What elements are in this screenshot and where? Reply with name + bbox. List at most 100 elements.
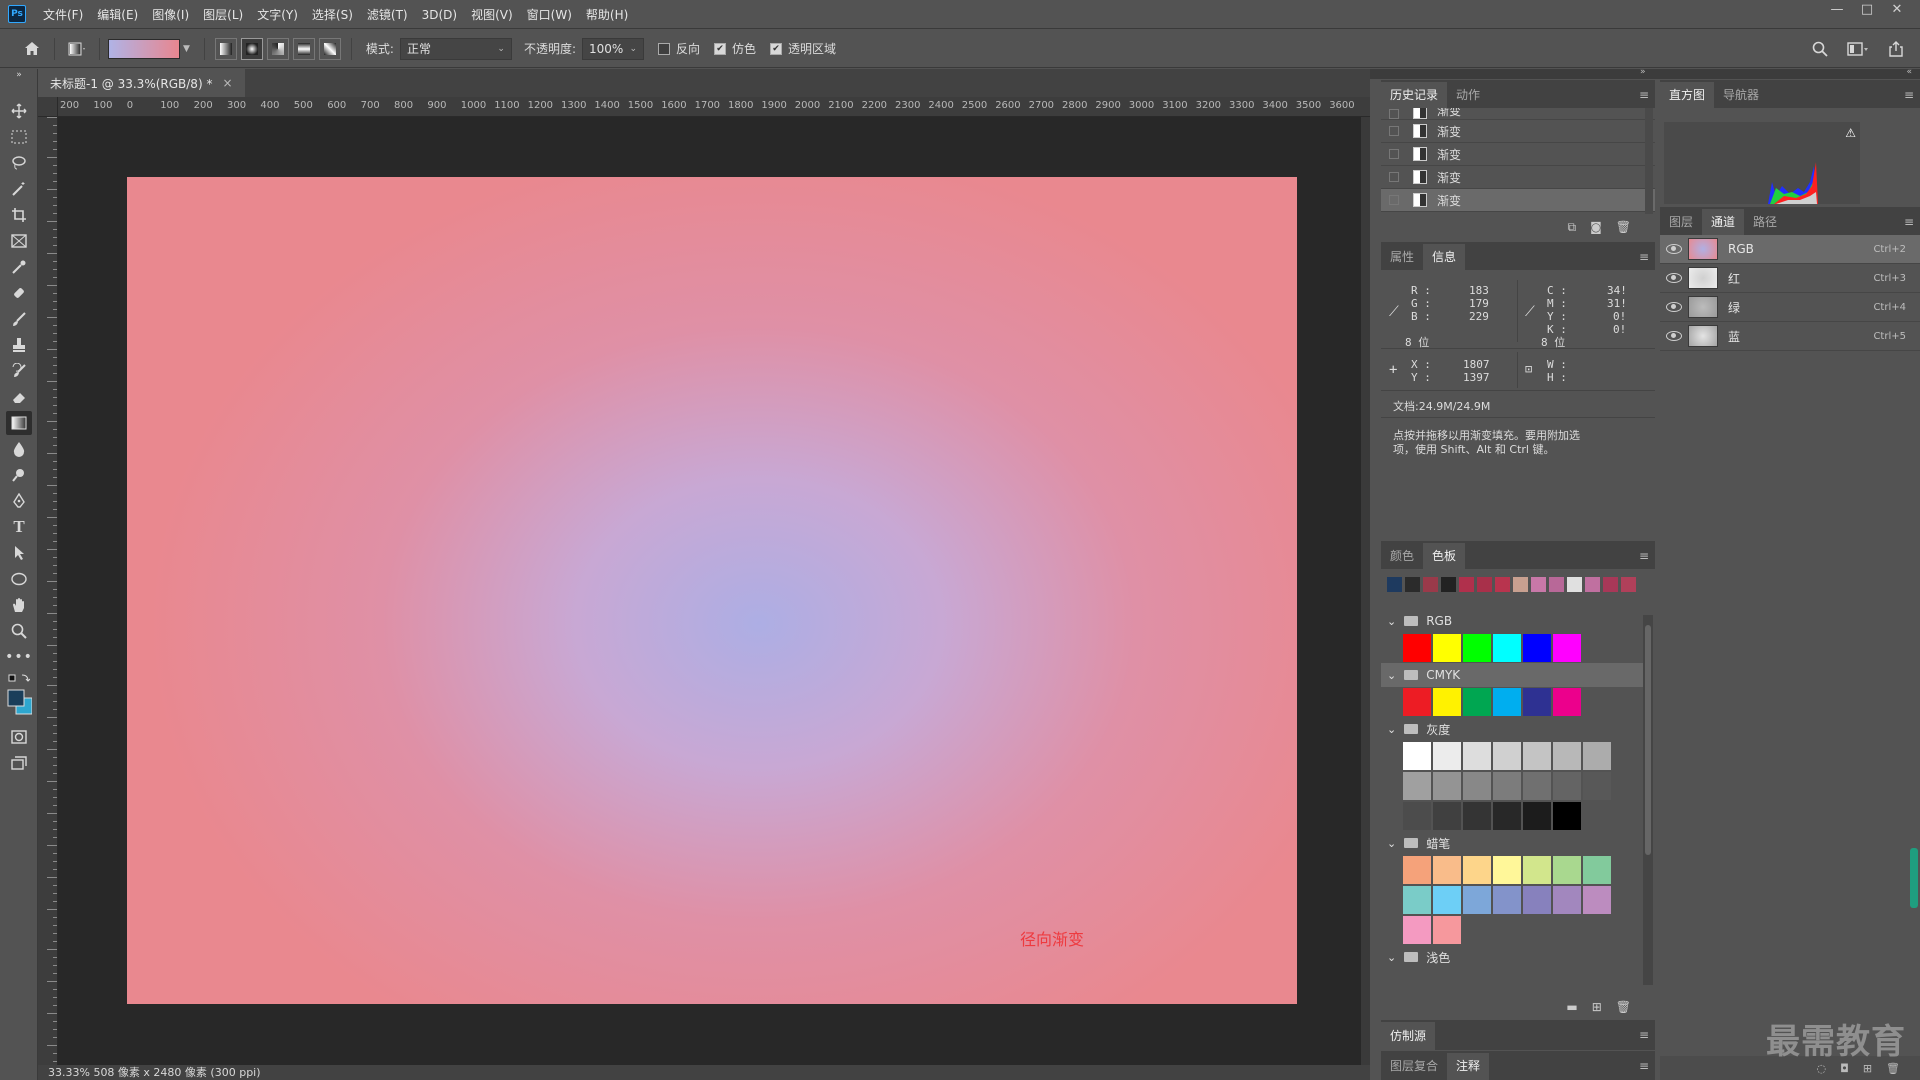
color-swatch[interactable] (1403, 856, 1431, 884)
color-swatch[interactable] (1553, 742, 1581, 770)
workspace-icon[interactable] (1844, 35, 1872, 63)
recent-swatch[interactable] (1423, 577, 1438, 592)
panel-scroll-handle[interactable] (1910, 848, 1918, 908)
recent-swatch[interactable] (1603, 577, 1618, 592)
camera-icon[interactable]: ◙ (1590, 220, 1602, 234)
menu-type[interactable]: 文字(Y) (250, 6, 305, 23)
history-row[interactable]: 渐变 (1381, 143, 1655, 166)
color-swatch[interactable] (1493, 856, 1521, 884)
frame-tool-icon[interactable] (6, 229, 32, 253)
opacity-field[interactable]: 100% ⌄ (582, 37, 645, 60)
history-brush-tool-icon[interactable] (6, 359, 32, 383)
color-swatch[interactable] (1433, 802, 1461, 830)
color-swatch[interactable] (1523, 742, 1551, 770)
menu-window[interactable]: 窗口(W) (520, 6, 579, 23)
swatch-group-header[interactable]: ⌄ 浅色 (1381, 945, 1643, 969)
menu-select[interactable]: 选择(S) (305, 6, 360, 23)
tab-clone-source[interactable]: 仿制源 (1381, 1022, 1436, 1050)
document-tab[interactable]: 未标题-1 @ 33.3%(RGB/8) * × (38, 69, 245, 97)
ruler-origin[interactable] (38, 97, 58, 117)
restore-button[interactable]: □ (1852, 0, 1882, 22)
swatch-group-header[interactable]: ⌄ 灰度 (1381, 717, 1643, 741)
tab-actions[interactable]: 动作 (1447, 82, 1489, 108)
color-swatch[interactable] (1463, 742, 1491, 770)
color-swatch[interactable] (1463, 634, 1491, 662)
channel-row-rgb[interactable]: RGB Ctrl+2 (1660, 235, 1920, 264)
tab-layers[interactable]: 图层 (1660, 209, 1702, 235)
recent-swatch[interactable] (1459, 577, 1474, 592)
chevron-down-icon[interactable]: ▼ (183, 44, 190, 54)
tab-history[interactable]: 历史记录 (1381, 82, 1448, 108)
quick-mask-icon[interactable] (6, 725, 32, 749)
color-swatch[interactable] (1463, 886, 1491, 914)
menu-filter[interactable]: 滤镜(T) (360, 6, 415, 23)
gradient-picker-swatch[interactable] (108, 38, 180, 59)
magic-wand-tool-icon[interactable] (6, 177, 32, 201)
color-swatch[interactable] (1403, 916, 1431, 944)
dither-option[interactable]: ✔ 仿色 (714, 40, 756, 57)
new-channel-icon[interactable]: ⊞ (1863, 1062, 1872, 1075)
color-swatch[interactable] (1583, 772, 1611, 800)
color-swatches[interactable] (6, 687, 32, 717)
new-document-from-state-icon[interactable]: ⧉ (1568, 220, 1577, 235)
eyedropper-tool-icon[interactable] (6, 255, 32, 279)
tab-swatches[interactable]: 色板 (1423, 543, 1466, 569)
panel-menu-icon[interactable]: ≡ (1639, 88, 1649, 102)
color-swatch[interactable] (1523, 856, 1551, 884)
stamp-tool-icon[interactable] (6, 333, 32, 357)
blur-tool-icon[interactable] (6, 437, 32, 461)
menu-edit[interactable]: 编辑(E) (90, 6, 145, 23)
color-swatch[interactable] (1583, 886, 1611, 914)
tab-paths[interactable]: 路径 (1744, 209, 1786, 235)
chevron-down-icon[interactable]: ⌄ (1387, 669, 1396, 682)
tab-notes[interactable]: 注释 (1447, 1053, 1490, 1080)
reverse-checkbox[interactable] (658, 42, 671, 55)
color-swatch[interactable] (1493, 772, 1521, 800)
more-tools-icon[interactable]: ••• (5, 645, 32, 669)
screen-mode-icon[interactable] (6, 751, 32, 775)
recent-swatch[interactable] (1513, 577, 1528, 592)
panel-menu-icon[interactable]: ≡ (1639, 1028, 1649, 1042)
eraser-tool-icon[interactable] (6, 385, 32, 409)
color-swatch[interactable] (1553, 886, 1581, 914)
color-swatch[interactable] (1433, 916, 1461, 944)
color-swatch[interactable] (1523, 688, 1551, 716)
canvas-scrollbar[interactable] (1361, 117, 1370, 1065)
color-swatch[interactable] (1403, 802, 1431, 830)
history-scrollbar[interactable] (1645, 108, 1653, 214)
color-swatch[interactable] (1433, 886, 1461, 914)
recent-swatch[interactable] (1477, 577, 1492, 592)
history-checkbox[interactable] (1389, 109, 1399, 119)
visibility-eye-icon[interactable] (1666, 244, 1682, 254)
trash-icon[interactable]: 🗑 (1616, 220, 1631, 234)
tab-channels[interactable]: 通道 (1702, 209, 1745, 235)
color-swatch[interactable] (1553, 856, 1581, 884)
recent-swatch[interactable] (1405, 577, 1420, 592)
color-swatch[interactable] (1463, 688, 1491, 716)
linear-gradient-button[interactable] (214, 37, 237, 60)
menu-help[interactable]: 帮助(H) (579, 6, 635, 23)
color-swatch[interactable] (1493, 688, 1521, 716)
swatch-group-header[interactable]: ⌄ RGB (1381, 609, 1643, 633)
document-canvas[interactable] (127, 177, 1297, 1004)
mode-select[interactable]: 正常 ⌄ (399, 37, 512, 60)
tab-layer-comps[interactable]: 图层复合 (1381, 1053, 1447, 1080)
healing-brush-tool-icon[interactable] (6, 281, 32, 305)
recent-swatch[interactable] (1531, 577, 1546, 592)
menu-image[interactable]: 图像(I) (145, 6, 196, 23)
warning-icon[interactable]: ⚠ (1845, 126, 1856, 140)
history-row-current[interactable]: 渐变 (1381, 189, 1655, 212)
menu-file[interactable]: 文件(F) (36, 6, 90, 23)
recent-swatch[interactable] (1387, 577, 1402, 592)
recent-swatch[interactable] (1621, 577, 1636, 592)
color-swatch[interactable] (1523, 886, 1551, 914)
chevron-down-icon[interactable]: ⌄ (1387, 951, 1396, 964)
color-swatch[interactable] (1553, 688, 1581, 716)
vertical-ruler[interactable] (38, 117, 58, 1065)
history-checkbox[interactable] (1389, 195, 1399, 205)
angle-gradient-button[interactable] (266, 37, 289, 60)
visibility-eye-icon[interactable] (1666, 331, 1682, 341)
history-row[interactable]: 渐变 (1381, 108, 1655, 120)
lasso-tool-icon[interactable] (6, 151, 32, 175)
folder-icon[interactable]: ▬ (1566, 1000, 1577, 1014)
